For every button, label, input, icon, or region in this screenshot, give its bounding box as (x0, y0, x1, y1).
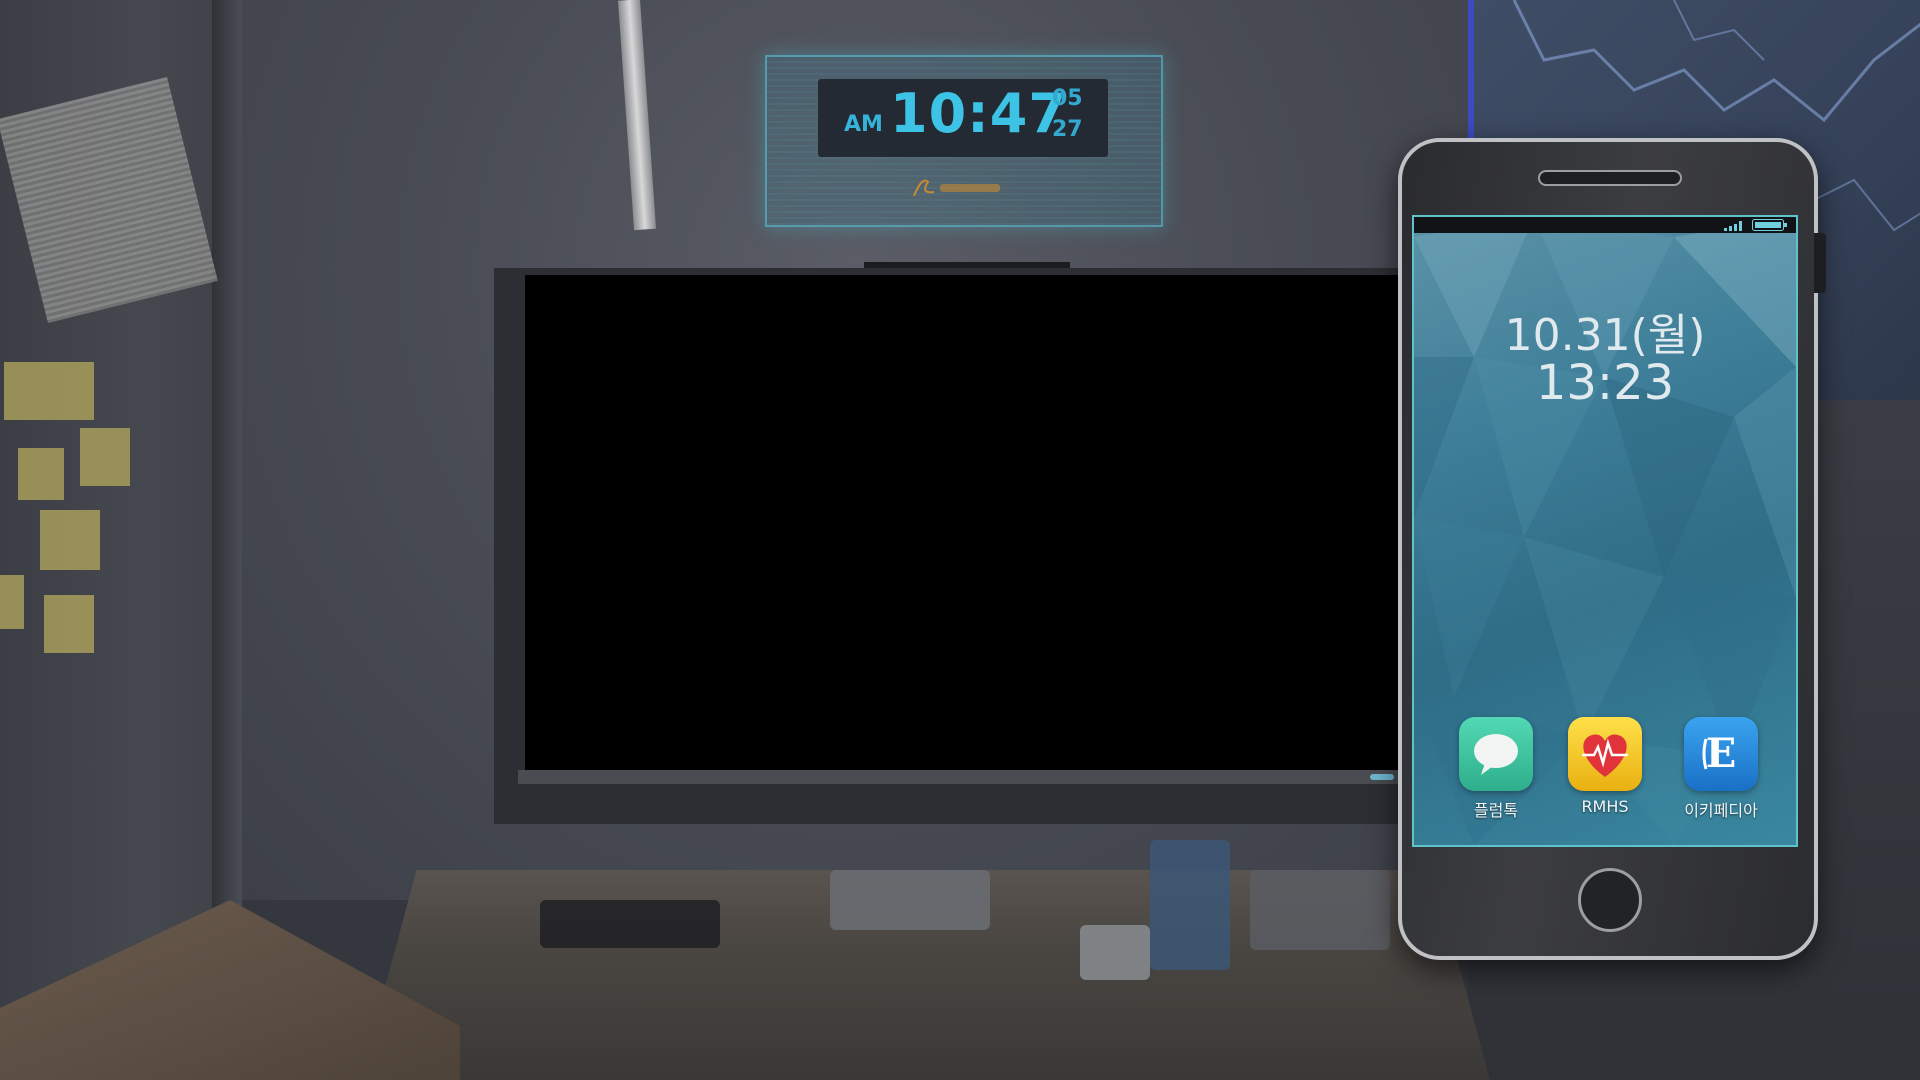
desk-gear (1250, 870, 1390, 950)
app-rmhs[interactable]: RMHS (1560, 717, 1650, 816)
signal-icon (1724, 221, 1742, 231)
battery-icon (1752, 219, 1787, 231)
tv-led (1370, 774, 1394, 780)
sticky-note (18, 448, 64, 500)
sticky-note (4, 362, 94, 420)
desk-device (1080, 925, 1150, 980)
phone-speaker (1538, 170, 1682, 186)
app-ikipedia[interactable]: E 이키페디아 (1676, 717, 1766, 821)
app-label: 이키페디아 (1684, 801, 1758, 820)
svg-text:E: E (1706, 730, 1737, 777)
e-letter-icon[interactable]: E (1684, 717, 1758, 791)
app-label: 플럼톡 (1473, 801, 1519, 820)
lock-screen-time: 13:23 (1535, 355, 1675, 411)
heart-pulse-icon[interactable] (1568, 717, 1642, 791)
app-label: RMHS (1581, 797, 1629, 816)
brand-logo-icon (913, 179, 1000, 197)
sticky-note (44, 595, 94, 653)
desk-parts (830, 870, 990, 930)
chat-bubble-icon[interactable] (1459, 717, 1533, 791)
sticky-note (0, 575, 24, 629)
holo-clock-day: 27 (1052, 117, 1083, 142)
tv-bottom-edge (518, 770, 1412, 784)
desk-tray (540, 900, 720, 948)
status-bar (1414, 217, 1796, 233)
game-scene: AM 10:47 05 27 10.31(월) 13:23 플럼톡 RMHS E… (0, 0, 1920, 1080)
home-button[interactable] (1578, 868, 1642, 932)
sticky-note (40, 510, 100, 570)
holo-clock-month: 05 (1052, 86, 1083, 111)
sticky-note (80, 428, 130, 486)
tv-screen[interactable] (525, 275, 1405, 772)
phone-screen: 10.31(월) 13:23 플럼톡 RMHS E 이키페디아 (1412, 215, 1798, 847)
battery-pack (1150, 840, 1230, 970)
lock-screen-date: 10.31(월) (1504, 310, 1706, 361)
phone-side-button[interactable] (1814, 233, 1826, 293)
holo-clock-ampm: AM (844, 112, 883, 137)
app-plumtalk[interactable]: 플럼톡 (1451, 717, 1541, 821)
holo-clock-time: 10:47 (890, 82, 1067, 145)
holo-clock-logo (910, 172, 1010, 207)
